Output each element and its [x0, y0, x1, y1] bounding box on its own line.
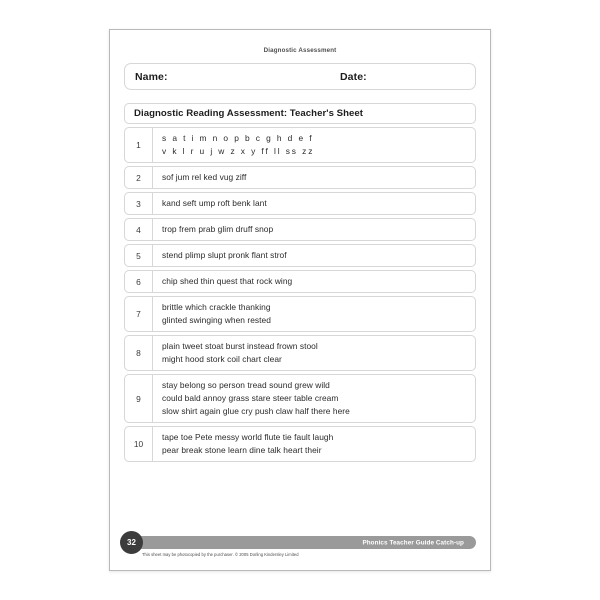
task-row-line: stend plimp slupt pronk flant strof	[162, 250, 287, 260]
task-row-content: stend plimp slupt pronk flant strof	[153, 245, 475, 266]
task-row-line: glinted swinging when rested	[162, 315, 271, 325]
task-row-content: trop frem prab glim druff snop	[153, 219, 475, 240]
footer-bar-text: Phonics Teacher Guide Catch-up	[362, 539, 464, 546]
page-footer: Phonics Teacher Guide Catch-up 32 This s…	[110, 530, 490, 570]
task-row: 7 brittle which crackle thanking glinted s…	[124, 296, 476, 332]
task-row: 6 chip shed thin quest that rock wing	[124, 270, 476, 293]
task-row-number: 8	[125, 336, 153, 370]
task-row-number: 1	[125, 128, 153, 162]
task-row-line: sof jum rel ked vug ziff	[162, 172, 247, 182]
date-label: Date:	[340, 70, 367, 83]
task-row-line: v k l r u j w z x y ff ll ss zz	[162, 146, 315, 156]
task-row-line: plain tweet stoat burst instead frown st…	[162, 341, 318, 351]
task-row-number: 6	[125, 271, 153, 292]
task-row-line: chip shed thin quest that rock wing	[162, 276, 293, 286]
task-row-line: trop frem prab glim druff snop	[162, 224, 274, 234]
task-row-line: brittle which crackle thanking	[162, 302, 271, 312]
task-row-number: 3	[125, 193, 153, 214]
task-row: 9 stay belong so person tread sound grew …	[124, 374, 476, 423]
task-row-number: 5	[125, 245, 153, 266]
sheet-title: Diagnostic Reading Assessment: Teacher's…	[134, 108, 364, 119]
name-label: Name:	[135, 70, 168, 83]
task-row-line: slow shirt again glue cry push claw half…	[162, 406, 350, 416]
task-row: 3 kand seft ump roft benk lant	[124, 192, 476, 215]
name-date-field-box[interactable]: Name: Date:	[124, 63, 476, 90]
task-row-content: s a t i m n o p b c g h d e f v k l r u j…	[153, 128, 475, 162]
task-row-content: plain tweet stoat burst instead frown st…	[153, 336, 475, 370]
task-row: 8 plain tweet stoat burst instead frown s…	[124, 335, 476, 371]
task-row-line: s a t i m n o p b c g h d e f	[162, 133, 314, 143]
task-row-line: could bald annoy grass stare steer table…	[162, 393, 339, 403]
task-row: 4 trop frem prab glim druff snop	[124, 218, 476, 241]
task-row-line: tape toe Pete messy world flute tie faul…	[162, 432, 334, 442]
task-row-line: stay belong so person tread sound grew w…	[162, 380, 330, 390]
task-rows-list: 1 s a t i m n o p b c g h d e f v k l r u …	[124, 127, 476, 462]
sheet-title-box: Diagnostic Reading Assessment: Teacher's…	[124, 103, 476, 124]
task-row-number: 7	[125, 297, 153, 331]
worksheet-body: Diagnostic Assessment Name: Date: Diagno…	[110, 30, 490, 570]
document-header-label: Diagnostic Assessment	[263, 47, 337, 54]
task-row-number: 10	[125, 427, 153, 461]
task-row-content: sof jum rel ked vug ziff	[153, 167, 475, 188]
task-row-number: 4	[125, 219, 153, 240]
task-row: 2 sof jum rel ked vug ziff	[124, 166, 476, 189]
task-row-line: might hood stork coil chart clear	[162, 354, 282, 364]
task-row-content: stay belong so person tread sound grew w…	[153, 375, 475, 422]
page-number-badge: 32	[120, 531, 143, 554]
task-row: 5 stend plimp slupt pronk flant strof	[124, 244, 476, 267]
task-row-content: tape toe Pete messy world flute tie faul…	[153, 427, 475, 461]
task-row: 1 s a t i m n o p b c g h d e f v k l r u …	[124, 127, 476, 163]
task-row-line: pear break stone learn dine talk heart t…	[162, 445, 322, 455]
worksheet-page: Diagnostic Assessment Name: Date: Diagno…	[109, 29, 491, 571]
task-row: 10 tape toe Pete messy world flute tie fa…	[124, 426, 476, 462]
task-row-content: chip shed thin quest that rock wing	[153, 271, 475, 292]
copyright-note: This sheet may be photocopied by the pur…	[142, 552, 299, 557]
task-row-line: kand seft ump roft benk lant	[162, 198, 267, 208]
task-row-number: 9	[125, 375, 153, 422]
task-row-content: brittle which crackle thanking glinted sw…	[153, 297, 475, 331]
task-row-content: kand seft ump roft benk lant	[153, 193, 475, 214]
task-row-number: 2	[125, 167, 153, 188]
footer-bar: Phonics Teacher Guide Catch-up	[132, 536, 476, 549]
